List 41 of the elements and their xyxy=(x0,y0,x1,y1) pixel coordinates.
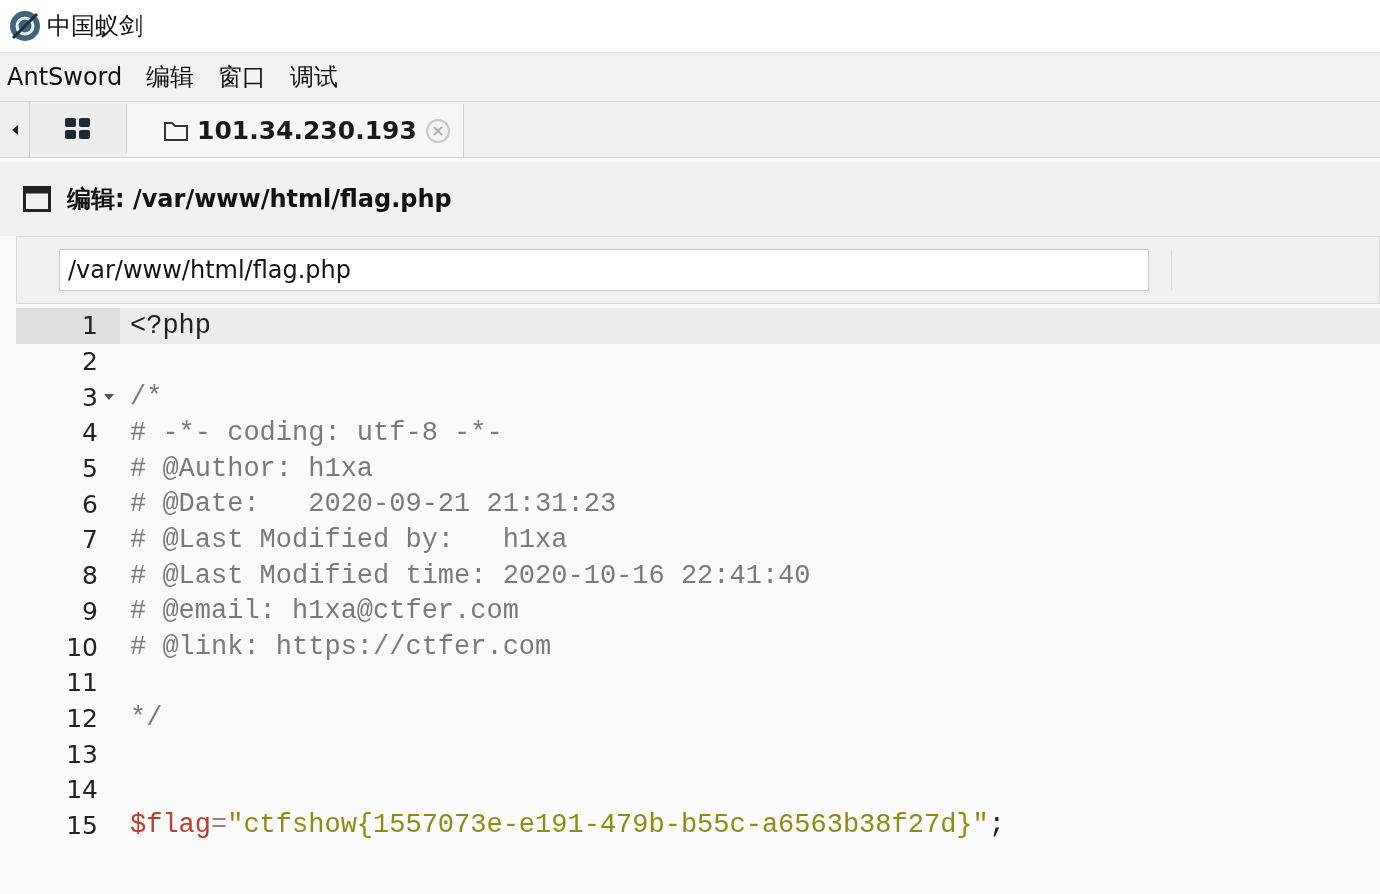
line-number: 2 xyxy=(82,347,98,377)
line-number: 4 xyxy=(82,418,98,448)
code-line: */ xyxy=(130,703,163,734)
code-line: /* xyxy=(130,382,163,413)
line-number: 12 xyxy=(66,703,98,733)
menu-item[interactable]: 调试 xyxy=(290,61,339,93)
path-input-field[interactable]: /var/www/html/flag.php xyxy=(59,249,1149,291)
code-line: # @Last Modified by: h1xa xyxy=(130,524,568,555)
code-line: # @Date: 2020-09-21 21:31:23 xyxy=(130,489,617,520)
grid-icon xyxy=(65,117,91,140)
panel-title: 编辑: /var/www/html/flag.php xyxy=(67,184,452,215)
code-line: # -*- coding: utf-8 -*- xyxy=(130,417,503,448)
fold-caret-icon[interactable] xyxy=(104,394,114,401)
line-number: 3 xyxy=(82,382,98,412)
line-number: 8 xyxy=(82,561,98,591)
code-line: <?php xyxy=(130,310,211,341)
line-number: 9 xyxy=(82,596,98,626)
code-line: # @Author: h1xa xyxy=(130,453,374,484)
code-line: # @Last Modified time: 2020-10-16 22:41:40 xyxy=(130,560,811,591)
line-number: 15 xyxy=(66,810,98,840)
menu-item[interactable]: 窗口 xyxy=(218,61,267,93)
line-number: 1 xyxy=(82,311,98,341)
host-tab[interactable]: 101.34.230.193 xyxy=(127,104,464,157)
caret-left-icon xyxy=(10,123,19,136)
sword-logo-icon xyxy=(9,10,41,42)
line-number: 7 xyxy=(82,525,98,555)
line-number: 6 xyxy=(82,489,98,519)
home-tab[interactable] xyxy=(30,104,127,153)
code-line: $flag="ctfshow{1557073e-e191-479b-b55c-a6563b38f27d}"; xyxy=(130,810,1005,841)
code-line: # @link: https://ctfer.com xyxy=(130,632,552,663)
window-icon xyxy=(23,186,51,212)
menu-item[interactable]: AntSword xyxy=(7,63,123,91)
line-number: 5 xyxy=(82,454,98,484)
code-line: # @email: h1xa@ctfer.com xyxy=(130,596,519,627)
menu-item[interactable]: 编辑 xyxy=(146,61,195,93)
line-number: 14 xyxy=(66,775,98,805)
line-number: 13 xyxy=(66,739,98,769)
line-number: 11 xyxy=(66,668,98,698)
folder-icon xyxy=(163,119,189,142)
window-title: 中国蚁剑 xyxy=(47,11,143,42)
line-number: 10 xyxy=(66,632,98,662)
